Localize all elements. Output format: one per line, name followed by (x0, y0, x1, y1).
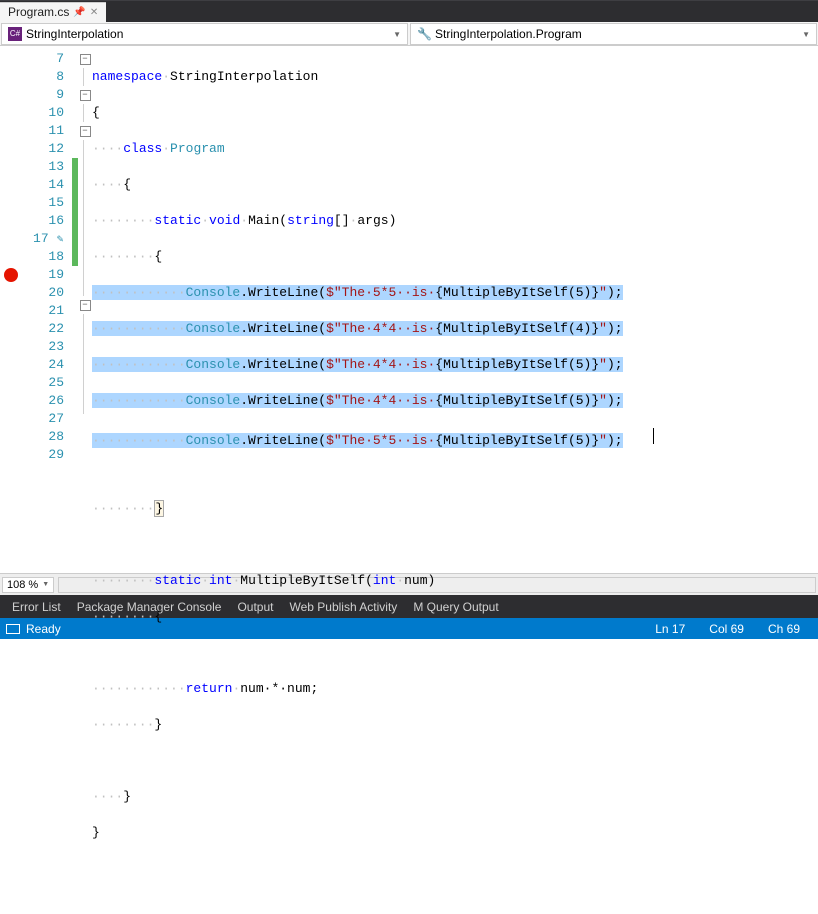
fold-toggle[interactable]: − (80, 90, 91, 101)
close-tab-icon[interactable]: ✕ (90, 7, 98, 18)
status-ready: Ready (26, 622, 61, 636)
text-cursor (653, 428, 654, 444)
fold-toggle[interactable]: − (80, 126, 91, 137)
chevron-down-icon: ▼ (802, 30, 810, 39)
namespace-dropdown[interactable]: C# StringInterpolation ▼ (1, 23, 408, 45)
file-tab[interactable]: Program.cs 📌 ✕ (0, 2, 106, 22)
breakpoint-icon[interactable] (4, 268, 18, 282)
nav-bar: C# StringInterpolation ▼ 🔧 StringInterpo… (0, 22, 818, 46)
chevron-down-icon: ▼ (42, 581, 49, 588)
zoom-value: 108 % (7, 579, 38, 591)
zoom-dropdown[interactable]: 108 % ▼ (2, 577, 54, 593)
code-editor[interactable]: namespace·StringInterpolation { ····clas… (92, 46, 818, 573)
fold-column[interactable]: − − − − (78, 46, 92, 573)
class-icon: 🔧 (417, 27, 431, 41)
window-icon (6, 624, 20, 634)
line-numbers: 789 101112 131415 1617 ✎18 192021 222324… (22, 46, 72, 573)
tab-error-list[interactable]: Error List (8, 598, 65, 616)
breakpoint-margin[interactable] (0, 46, 22, 573)
csharp-icon: C# (8, 27, 22, 41)
namespace-label: StringInterpolation (26, 27, 123, 41)
fold-toggle[interactable]: − (80, 300, 91, 311)
tab-title: Program.cs (8, 5, 69, 19)
chevron-down-icon: ▼ (393, 30, 401, 39)
fold-toggle[interactable]: − (80, 54, 91, 65)
tab-bar: Program.cs 📌 ✕ (0, 0, 818, 22)
editor-area: 789 101112 131415 1617 ✎18 192021 222324… (0, 46, 818, 573)
class-dropdown[interactable]: 🔧 StringInterpolation.Program ▼ (410, 23, 817, 45)
class-label: StringInterpolation.Program (435, 27, 582, 41)
pin-icon[interactable]: 📌 (73, 7, 85, 18)
